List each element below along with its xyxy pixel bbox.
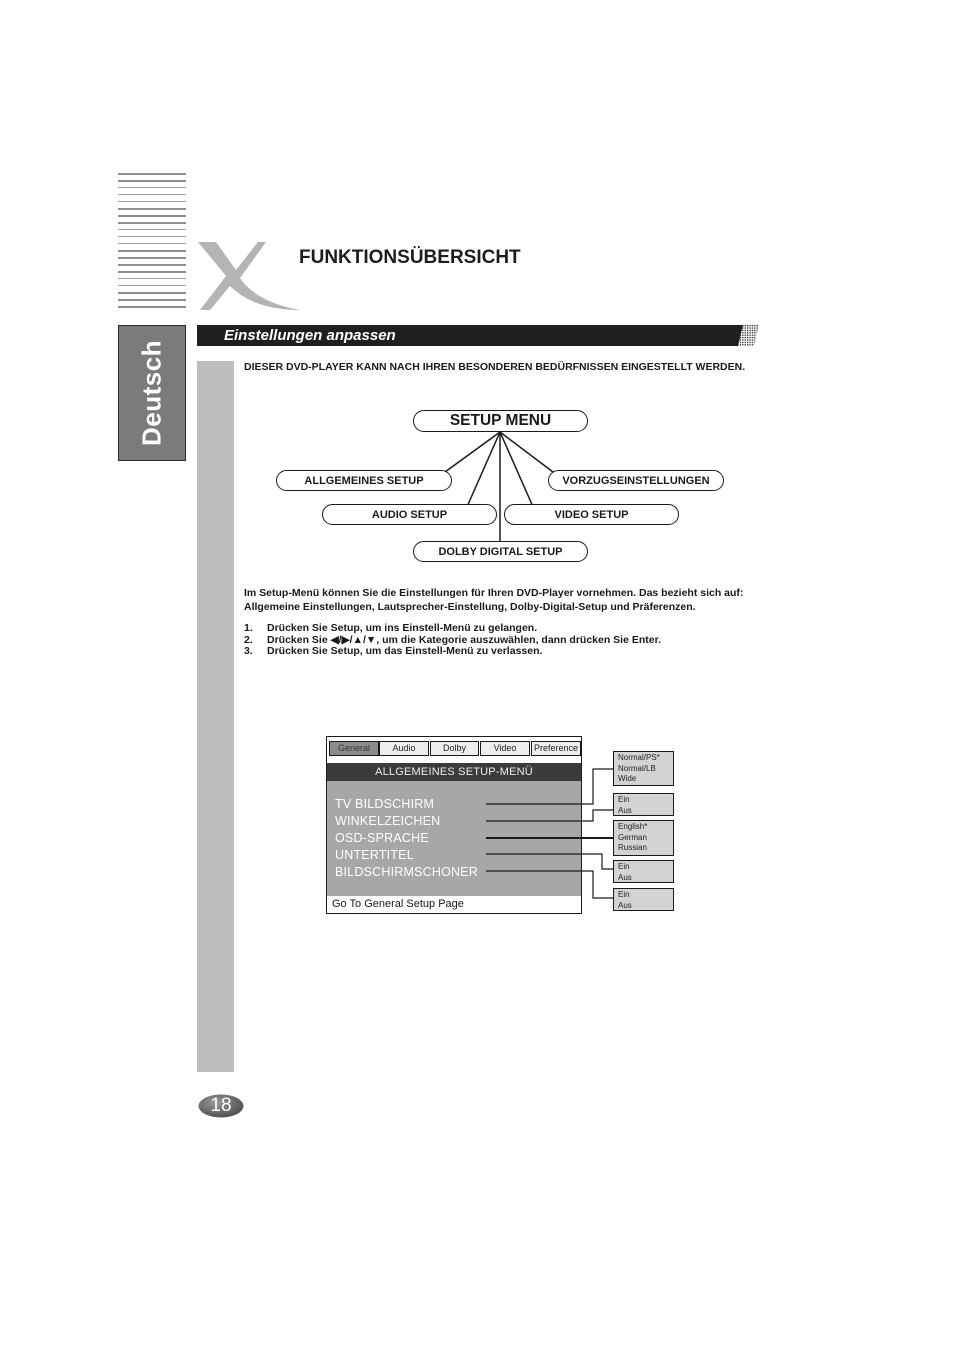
diagram-root-setup-menu: SETUP MENU [413, 410, 588, 432]
section-title: Einstellungen anpassen [224, 327, 396, 344]
side-gray-column [197, 361, 234, 1072]
language-label: Deutsch [136, 339, 167, 447]
x-logo-icon [198, 242, 300, 310]
description-paragraph: Im Setup-Menü können Sie die Einstellung… [244, 587, 744, 613]
tab-dolby[interactable]: Dolby [430, 741, 479, 756]
diagram-node-vorzugseinstellungen: VORZUGSEINSTELLUNGEN [548, 470, 724, 491]
setup-menu-diagram: SETUP MENU ALLGEMEINES SETUP VORZUGSEINS… [270, 405, 730, 570]
option-value: Normal/LB [618, 763, 656, 773]
menu-status-text: Go To General Setup Page [332, 898, 464, 910]
page-number: 18 [210, 1095, 232, 1116]
tab-general[interactable]: General [329, 741, 379, 756]
option-box-osd-sprache: English* German Russian [613, 820, 674, 856]
language-tab: Deutsch [118, 325, 186, 461]
option-value: Aus [618, 872, 632, 882]
menu-item-winkelzeichen[interactable]: WINKELZEICHEN [335, 814, 440, 828]
decorative-stripes [118, 173, 186, 313]
page-title: FUNKTIONSÜBERSICHT [299, 247, 521, 268]
step-item: 3. Drücken Sie Setup, um das Einstell-Me… [244, 645, 764, 658]
menu-item-tv-bildschirm[interactable]: TV BILDSCHIRM [335, 797, 434, 811]
step-number: 3. [244, 645, 253, 657]
step-text: Drücken Sie Setup, um ins Einstell-Menü … [267, 622, 538, 634]
diagram-node-audio-setup: AUDIO SETUP [322, 504, 497, 525]
option-box-tv-bildschirm: Normal/PS* Normal/LB Wide [613, 751, 674, 786]
diagram-node-allgemeines-setup: ALLGEMEINES SETUP [276, 470, 452, 491]
page-number-badge: 18 [198, 1094, 244, 1118]
step-text: Drücken Sie Setup, um das Einstell-Menü … [267, 645, 543, 657]
hatch-decoration-icon [735, 325, 759, 346]
intro-text: DIESER DVD-PLAYER KANN NACH IHREN BESOND… [244, 361, 746, 373]
menu-item-osd-sprache[interactable]: OSD-SPRACHE [335, 831, 429, 845]
option-value: Ein [618, 890, 630, 899]
menu-item-untertitel[interactable]: UNTERTITEL [335, 848, 414, 862]
option-box-bildschirmschoner: Ein Aus [613, 888, 674, 911]
option-value: German [618, 832, 647, 842]
diagram-node-dolby-digital-setup: DOLBY DIGITAL SETUP [413, 541, 588, 562]
tab-audio[interactable]: Audio [379, 741, 429, 756]
option-value: Normal/PS* [618, 753, 660, 762]
diagram-node-video-setup: VIDEO SETUP [504, 504, 679, 525]
option-value: Aus [618, 805, 632, 815]
option-value: Aus [618, 900, 632, 910]
section-header-bar: Einstellungen anpassen [197, 325, 737, 346]
menu-item-bildschirmschoner[interactable]: BILDSCHIRMSCHONER [335, 865, 478, 879]
step-item: 1. Drücken Sie Setup, um ins Einstell-Me… [244, 622, 764, 635]
step-number: 1. [244, 622, 253, 634]
steps-list: 1. Drücken Sie Setup, um ins Einstell-Me… [244, 622, 764, 658]
option-value: Russian [618, 843, 647, 852]
option-box-winkelzeichen: Ein Aus [613, 793, 674, 816]
option-box-untertitel: Ein Aus [613, 860, 674, 883]
option-value: Wide [618, 774, 637, 783]
option-value: Ein [618, 862, 630, 871]
option-value: English* [618, 822, 648, 831]
option-value: Ein [618, 795, 630, 804]
